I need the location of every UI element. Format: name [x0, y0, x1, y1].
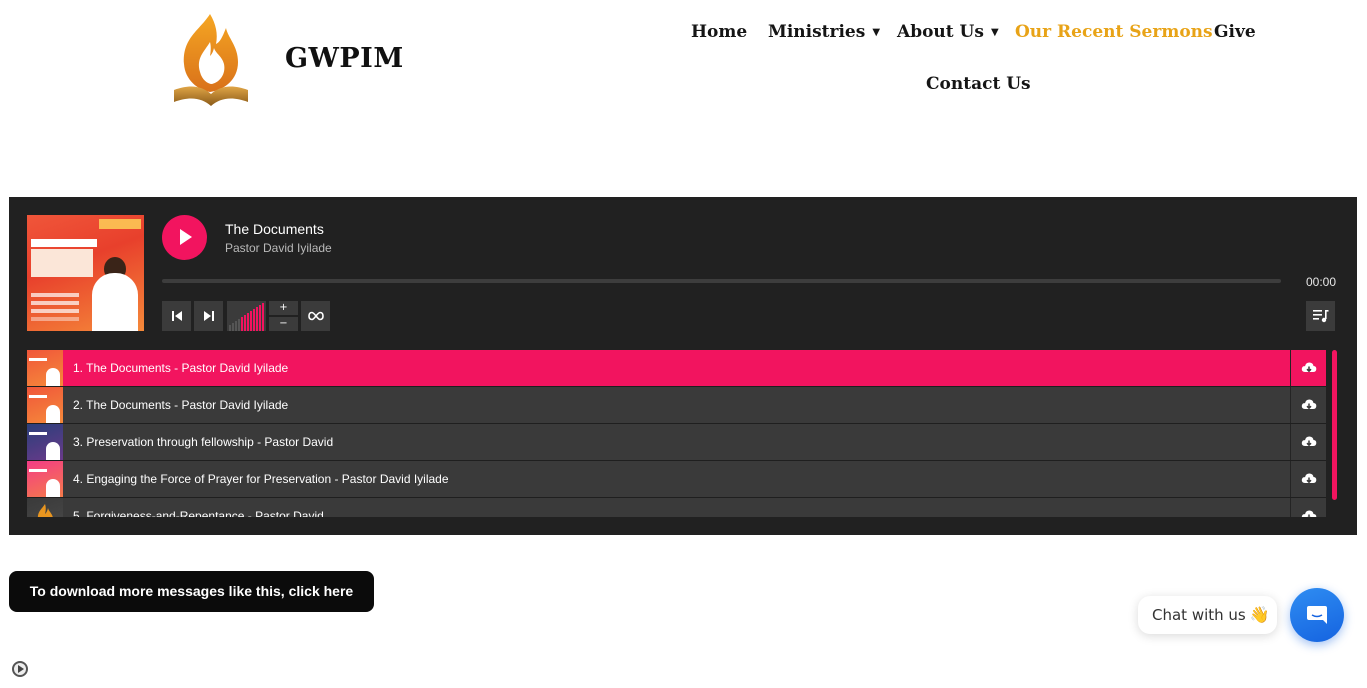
- skip-previous-icon: [171, 311, 182, 321]
- chat-icon: [1307, 606, 1327, 624]
- nav-recent-sermons[interactable]: Our Recent Sermons: [1015, 22, 1213, 42]
- album-cover: [27, 215, 144, 331]
- track-row[interactable]: 2. The Documents - Pastor David Iyilade: [27, 387, 1326, 424]
- previous-track-button[interactable]: [162, 301, 191, 331]
- track-label: 3. Preservation through fellowship - Pas…: [73, 435, 334, 449]
- track-thumbnail: [27, 498, 63, 517]
- media-play-icon[interactable]: [12, 661, 28, 677]
- track-label: 2. The Documents - Pastor David Iyilade: [73, 398, 289, 412]
- infinity-icon: [307, 311, 324, 321]
- track-thumbnail: [27, 350, 63, 386]
- nav-give-label: Give: [1214, 22, 1256, 42]
- nav-home-label: Home: [691, 22, 748, 42]
- site-brand[interactable]: GWPIM: [285, 43, 404, 74]
- next-track-button[interactable]: [194, 301, 223, 331]
- skip-next-icon: [203, 311, 214, 321]
- download-track-button[interactable]: [1290, 461, 1326, 497]
- track-row[interactable]: 1. The Documents - Pastor David Iyilade: [27, 350, 1326, 387]
- chat-prompt-label: Chat with us: [1152, 606, 1246, 624]
- play-button[interactable]: [162, 215, 207, 260]
- tracklist-scrollbar[interactable]: [1332, 350, 1337, 500]
- track-row[interactable]: 3. Preservation through fellowship - Pas…: [27, 424, 1326, 461]
- audio-player: The Documents Pastor David Iyilade 00:00…: [9, 197, 1357, 535]
- nav-ministries[interactable]: Ministries ▼: [768, 22, 880, 42]
- track-label: 1. The Documents - Pastor David Iyilade: [73, 361, 289, 375]
- nav-ministries-label: Ministries: [768, 22, 866, 42]
- chat-prompt[interactable]: Chat with us 👋: [1138, 596, 1277, 634]
- volume-bar: [247, 313, 249, 331]
- nav-contact-label: Contact Us: [926, 74, 1031, 94]
- cloud-download-icon: [1301, 510, 1316, 517]
- track-row[interactable]: 4. Engaging the Force of Prayer for Pres…: [27, 461, 1326, 498]
- nav-sermons-label: Our Recent Sermons: [1015, 22, 1213, 42]
- volume-bar: [235, 321, 237, 331]
- download-more-button[interactable]: To download more messages like this, cli…: [9, 571, 374, 612]
- volume-bar: [241, 317, 243, 331]
- chevron-down-icon: ▼: [872, 27, 881, 38]
- playlist-icon: [1312, 310, 1328, 323]
- current-track-artist: Pastor David Iyilade: [225, 241, 332, 255]
- time-display: 00:00: [1305, 275, 1336, 289]
- current-track-title: The Documents: [225, 221, 324, 237]
- volume-bar: [229, 325, 231, 331]
- cloud-download-icon: [1301, 362, 1316, 373]
- track-label: 5. Forgiveness-and-Repentance - Pastor D…: [73, 509, 324, 517]
- cloud-download-icon: [1301, 399, 1316, 410]
- volume-bar: [256, 307, 258, 331]
- playlist-toggle-button[interactable]: [1306, 301, 1335, 331]
- volume-bar: [244, 315, 246, 331]
- download-track-button[interactable]: [1290, 350, 1326, 386]
- nav-home[interactable]: Home: [691, 22, 747, 42]
- flame-bible-logo-icon: [174, 14, 248, 106]
- volume-bar: [253, 309, 255, 331]
- cloud-download-icon: [1301, 436, 1316, 447]
- track-row[interactable]: 5. Forgiveness-and-Repentance - Pastor D…: [27, 498, 1326, 517]
- volume-bar: [250, 311, 252, 331]
- download-track-button[interactable]: [1290, 387, 1326, 423]
- volume-bar: [259, 305, 261, 331]
- track-thumbnail: [27, 424, 63, 460]
- chat-launcher-button[interactable]: [1290, 588, 1344, 642]
- track-thumbnail: [27, 461, 63, 497]
- track-label: 4. Engaging the Force of Prayer for Pres…: [73, 472, 449, 486]
- progress-bar[interactable]: [162, 279, 1281, 283]
- volume-bar: [238, 319, 240, 331]
- chevron-down-icon: ▼: [990, 27, 999, 38]
- cloud-download-icon: [1301, 473, 1316, 484]
- volume-up-button[interactable]: +: [269, 301, 298, 315]
- nav-give[interactable]: Give: [1214, 22, 1256, 42]
- nav-about-label: About Us: [897, 22, 984, 42]
- volume-meter[interactable]: [227, 301, 266, 331]
- track-thumbnail: [27, 387, 63, 423]
- nav-about-us[interactable]: About Us ▼: [897, 22, 999, 42]
- track-list: 1. The Documents - Pastor David Iyilade 2…: [27, 350, 1326, 517]
- repeat-button[interactable]: [301, 301, 330, 331]
- site-logo[interactable]: [170, 12, 252, 108]
- download-track-button[interactable]: [1290, 424, 1326, 460]
- volume-bar: [262, 303, 264, 331]
- volume-down-button[interactable]: −: [269, 317, 298, 331]
- volume-bar: [232, 323, 234, 331]
- nav-contact-us[interactable]: Contact Us: [926, 74, 1031, 94]
- wave-emoji: 👋: [1249, 605, 1270, 624]
- download-track-button[interactable]: [1290, 498, 1326, 517]
